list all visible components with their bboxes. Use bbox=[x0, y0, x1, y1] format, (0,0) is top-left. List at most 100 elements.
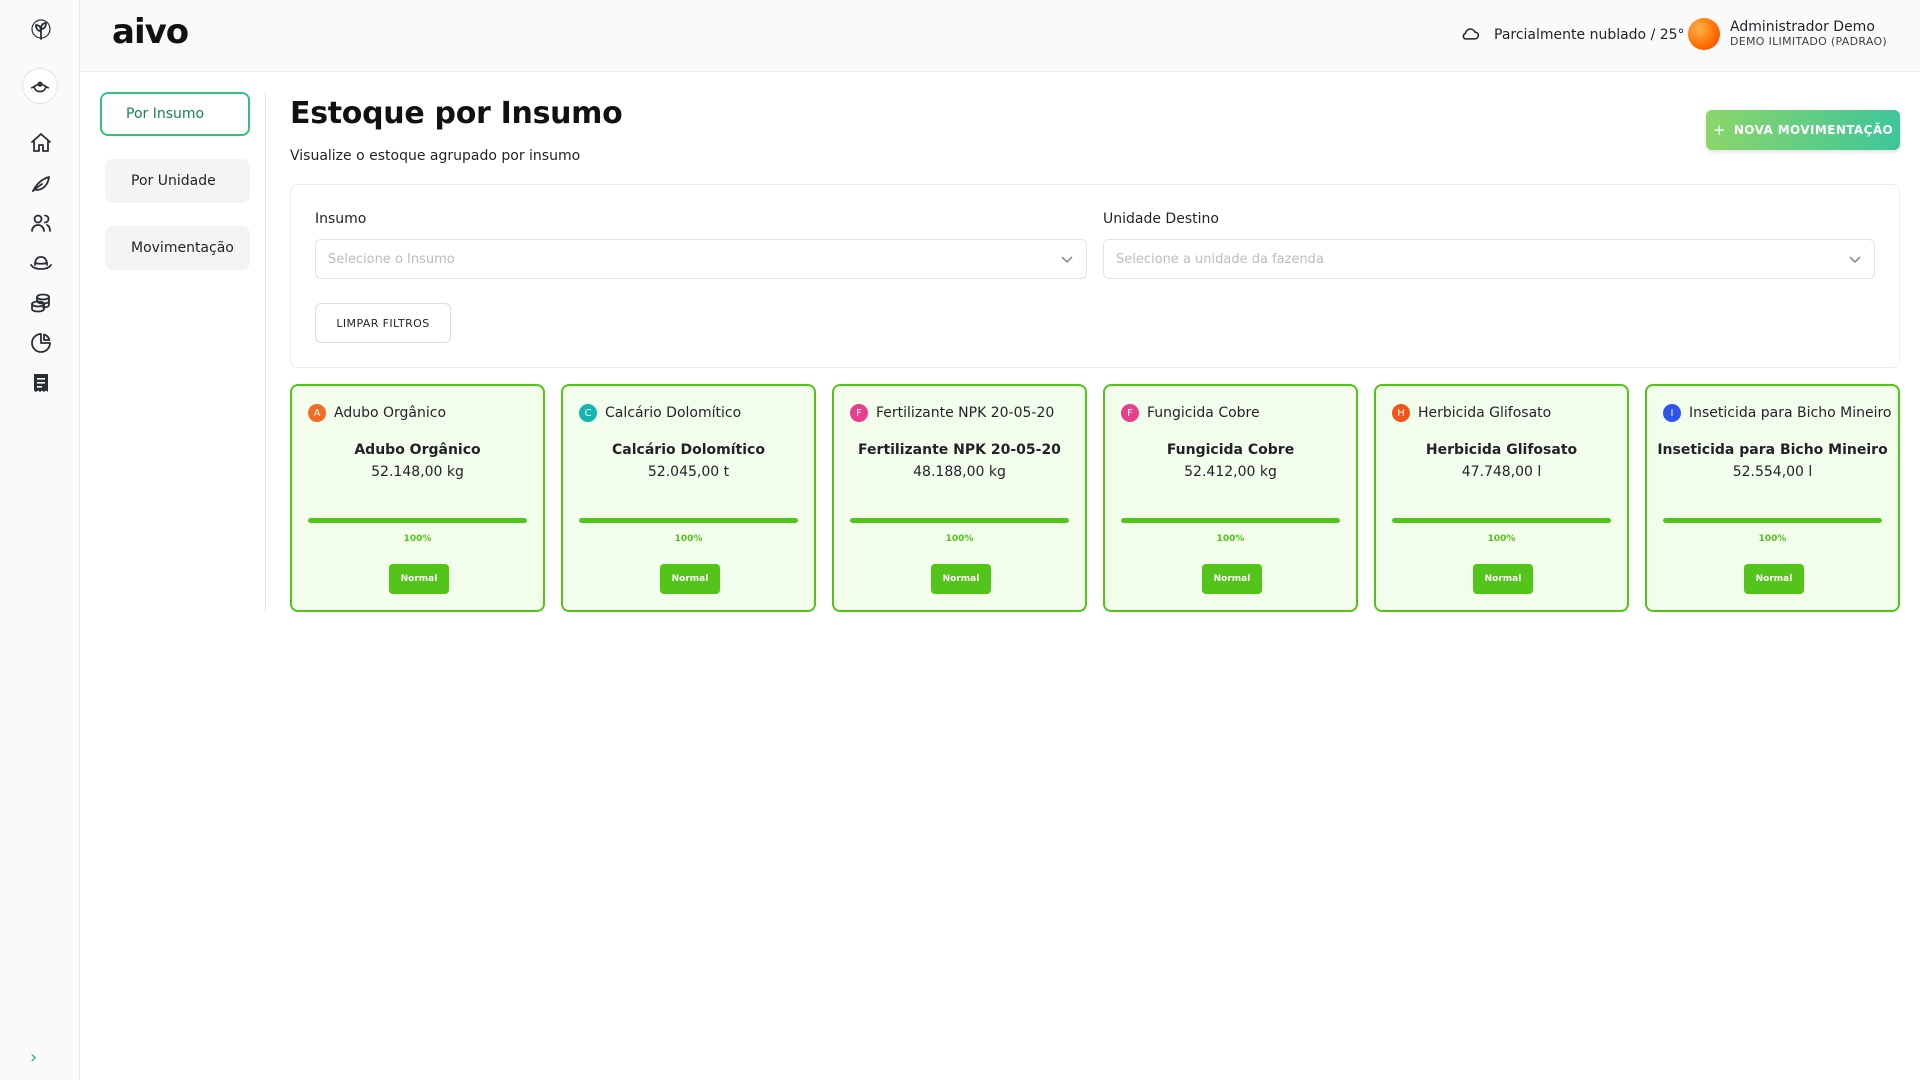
clear-filters-button[interactable]: LIMPAR FILTROS bbox=[315, 303, 451, 343]
brand-logo[interactable]: aivo bbox=[112, 12, 189, 52]
letter-badge: H bbox=[1392, 404, 1410, 422]
progress-percent: 100% bbox=[1758, 534, 1787, 544]
status-badge: Normal bbox=[389, 564, 449, 594]
card-header: F Fungicida Cobre bbox=[1121, 404, 1260, 422]
insumo-placeholder: Selecione o Insumo bbox=[328, 251, 455, 267]
card-name: Inseticida para Bicho Mineiro bbox=[1689, 405, 1892, 421]
user-name: Administrador Demo bbox=[1730, 19, 1875, 35]
card-quantity: 48.188,00 kg bbox=[913, 464, 1006, 480]
progress-bar bbox=[1663, 518, 1882, 523]
progress-percent: 100% bbox=[1216, 534, 1245, 544]
card-quantity: 52.148,00 kg bbox=[371, 464, 464, 480]
card-quantity: 52.045,00 t bbox=[647, 464, 730, 480]
farm-logo-icon[interactable] bbox=[22, 68, 58, 104]
receipt-icon[interactable] bbox=[28, 370, 54, 396]
page-subtitle: Visualize o estoque agrupado por insumo bbox=[290, 148, 581, 164]
stock-card[interactable]: A Adubo Orgânico Adubo Orgânico 52.148,0… bbox=[290, 384, 545, 612]
insumo-label: Insumo bbox=[315, 211, 367, 227]
card-name: Calcário Dolomítico bbox=[605, 405, 742, 421]
cowboy-hat-icon[interactable] bbox=[28, 250, 54, 276]
insumo-select[interactable]: Selecione o Insumo bbox=[315, 239, 1087, 279]
letter-badge: C bbox=[579, 404, 597, 422]
card-header: C Calcário Dolomítico bbox=[579, 404, 741, 422]
cloud-icon bbox=[1460, 25, 1480, 45]
status-badge: Normal bbox=[1202, 564, 1262, 594]
status-badge: Normal bbox=[931, 564, 991, 594]
status-badge: Normal bbox=[660, 564, 720, 594]
progress-fill bbox=[850, 518, 1069, 523]
progress-bar bbox=[1121, 518, 1340, 523]
progress-fill bbox=[308, 518, 527, 523]
progress-percent: 100% bbox=[674, 534, 703, 544]
card-title: Adubo Orgânico bbox=[354, 442, 481, 458]
unidade-placeholder: Selecione a unidade da fazenda bbox=[1116, 251, 1324, 267]
home-icon[interactable] bbox=[28, 130, 54, 156]
stock-cards: A Adubo Orgânico Adubo Orgânico 52.148,0… bbox=[290, 384, 1900, 614]
card-name: Adubo Orgânico bbox=[334, 405, 447, 421]
card-title: Calcário Dolomítico bbox=[612, 442, 765, 458]
stock-card[interactable]: C Calcário Dolomítico Calcário Dolomític… bbox=[561, 384, 816, 612]
stock-card[interactable]: I Inseticida para Bicho Mineiro Insetici… bbox=[1645, 384, 1900, 612]
card-name: Fungicida Cobre bbox=[1147, 405, 1260, 421]
filters-panel: Insumo Selecione o Insumo Unidade Destin… bbox=[290, 184, 1900, 368]
card-header: A Adubo Orgânico bbox=[308, 404, 446, 422]
card-quantity: 47.748,00 l bbox=[1461, 464, 1542, 480]
user-plan: DEMO ILIMITADO (PADRAO) bbox=[1730, 35, 1888, 48]
card-header: H Herbicida Glifosato bbox=[1392, 404, 1551, 422]
progress-bar bbox=[850, 518, 1069, 523]
progress-bar bbox=[579, 518, 798, 523]
progress-fill bbox=[579, 518, 798, 523]
stock-card[interactable]: F Fungicida Cobre Fungicida Cobre 52.412… bbox=[1103, 384, 1358, 612]
card-title: Fungicida Cobre bbox=[1166, 442, 1295, 458]
card-header: I Inseticida para Bicho Mineiro bbox=[1663, 404, 1891, 422]
avatar[interactable] bbox=[1688, 18, 1720, 50]
pie-chart-icon[interactable] bbox=[28, 330, 54, 356]
progress-percent: 100% bbox=[945, 534, 974, 544]
stock-card[interactable]: H Herbicida Glifosato Herbicida Glifosat… bbox=[1374, 384, 1629, 612]
subnav-item-por-insumo[interactable]: Por Insumo bbox=[100, 92, 250, 136]
subnav-item-movimentacao[interactable]: Movimentação bbox=[105, 226, 250, 270]
progress-fill bbox=[1663, 518, 1882, 523]
users-icon[interactable] bbox=[28, 210, 54, 236]
letter-badge: F bbox=[1121, 404, 1139, 422]
letter-badge: A bbox=[308, 404, 326, 422]
top-bar: aivo Parcialmente nublado / 25° Administ… bbox=[80, 0, 1920, 72]
icon-rail: › bbox=[0, 0, 80, 1080]
letter-badge: I bbox=[1663, 404, 1681, 422]
weather-text: Parcialmente nublado / 25° bbox=[1494, 27, 1685, 43]
card-header: F Fertilizante NPK 20-05-20 bbox=[850, 404, 1054, 422]
user-menu[interactable]: Administrador Demo DEMO ILIMITADO (PADRA… bbox=[1688, 18, 1887, 50]
coins-icon[interactable] bbox=[28, 290, 54, 316]
card-name: Fertilizante NPK 20-05-20 bbox=[876, 405, 1055, 421]
progress-percent: 100% bbox=[403, 534, 432, 544]
new-movement-label: NOVA MOVIMENTAÇÃO bbox=[1733, 123, 1894, 137]
card-quantity: 52.554,00 l bbox=[1732, 464, 1813, 480]
progress-fill bbox=[1121, 518, 1340, 523]
weather-widget: Parcialmente nublado / 25° bbox=[1460, 25, 1685, 45]
subnav-item-por-unidade[interactable]: Por Unidade bbox=[105, 159, 250, 203]
card-name: Herbicida Glifosato bbox=[1418, 405, 1552, 421]
progress-fill bbox=[1392, 518, 1611, 523]
unidade-select[interactable]: Selecione a unidade da fazenda bbox=[1103, 239, 1875, 279]
progress-bar bbox=[308, 518, 527, 523]
card-title: Herbicida Glifosato bbox=[1425, 442, 1578, 458]
letter-badge: F bbox=[850, 404, 868, 422]
plant-logo-icon[interactable] bbox=[28, 16, 54, 42]
expand-sidebar-icon[interactable]: › bbox=[30, 1047, 37, 1068]
progress-bar bbox=[1392, 518, 1611, 523]
unidade-label: Unidade Destino bbox=[1103, 211, 1219, 227]
card-quantity: 52.412,00 kg bbox=[1184, 464, 1277, 480]
chevron-down-icon bbox=[1060, 252, 1074, 266]
new-movement-button[interactable]: + NOVA MOVIMENTAÇÃO bbox=[1706, 110, 1900, 150]
status-badge: Normal bbox=[1473, 564, 1533, 594]
plus-icon: + bbox=[1712, 121, 1726, 139]
page-title: Estoque por Insumo bbox=[290, 96, 623, 131]
status-badge: Normal bbox=[1744, 564, 1804, 594]
leaf-icon[interactable] bbox=[28, 170, 54, 196]
card-title: Inseticida para Bicho Mineiro bbox=[1657, 442, 1888, 458]
chevron-down-icon bbox=[1848, 252, 1862, 266]
stock-card[interactable]: F Fertilizante NPK 20-05-20 Fertilizante… bbox=[832, 384, 1087, 612]
progress-percent: 100% bbox=[1487, 534, 1516, 544]
card-title: Fertilizante NPK 20-05-20 bbox=[858, 442, 1061, 458]
stock-subnav: Por Insumo Por Unidade Movimentação bbox=[100, 92, 266, 612]
